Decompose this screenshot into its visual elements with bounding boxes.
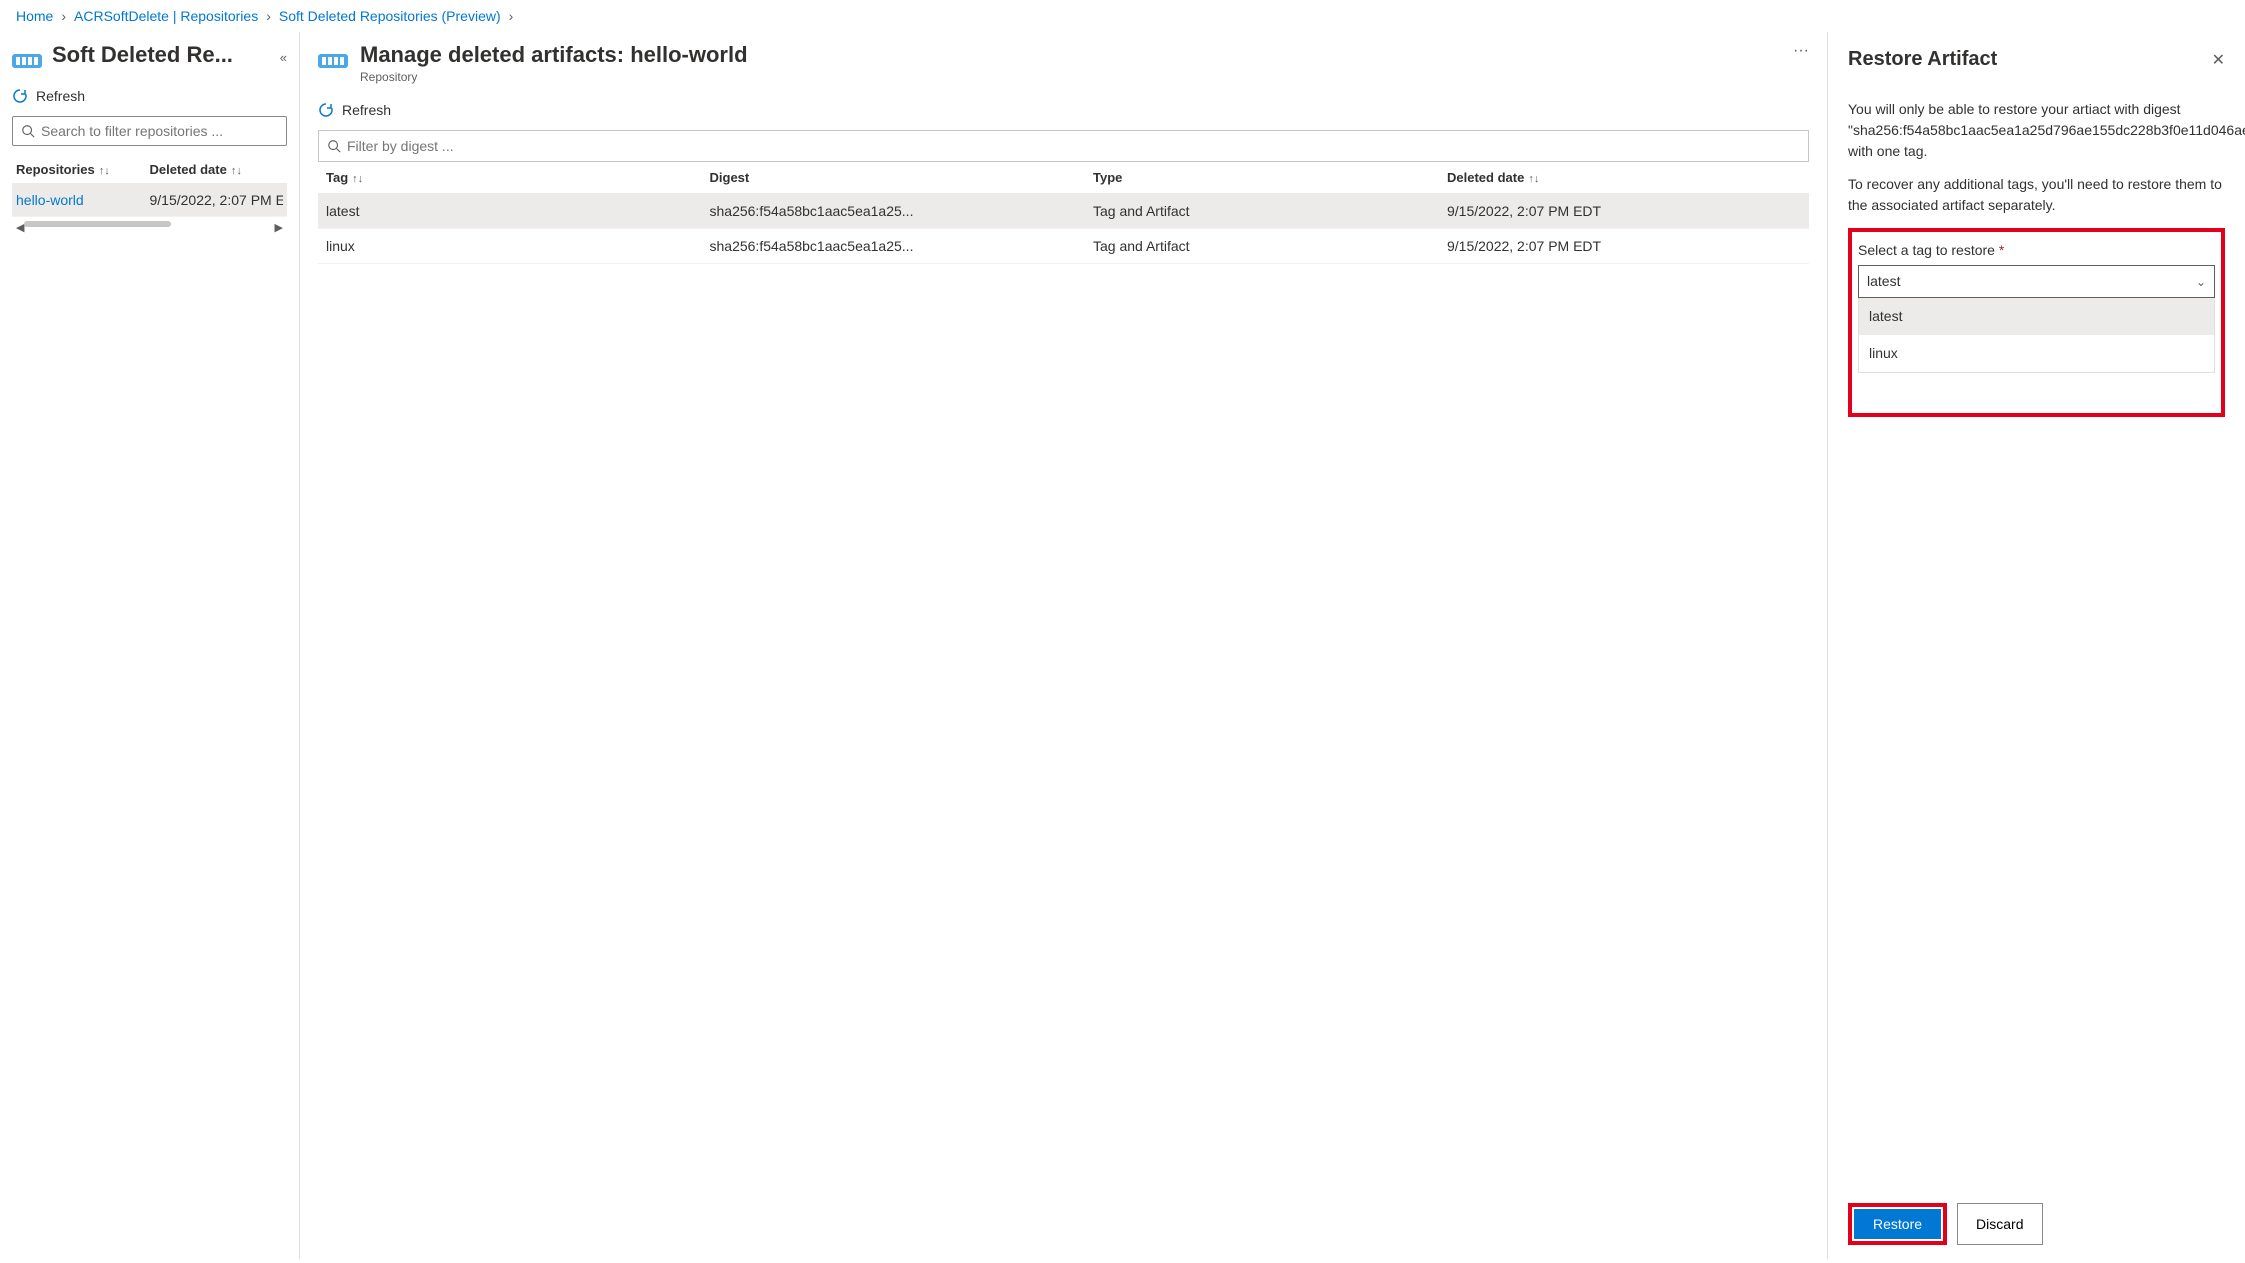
dropdown-option[interactable]: linux: [1859, 335, 2214, 372]
repo-row[interactable]: hello-world 9/15/2022, 2:07 PM E: [12, 184, 287, 217]
table-row[interactable]: latest sha256:f54a58bc1aac5ea1a25... Tag…: [318, 194, 1809, 229]
table-row[interactable]: linux sha256:f54a58bc1aac5ea1a25... Tag …: [318, 229, 1809, 264]
chevron-down-icon: ⌄: [2196, 273, 2206, 291]
col-type[interactable]: Type: [1093, 170, 1447, 185]
scroll-left-icon[interactable]: ◀: [16, 221, 24, 234]
refresh-label: Refresh: [342, 102, 391, 118]
restore-button-highlight: Restore: [1848, 1203, 1947, 1245]
search-icon: [327, 139, 341, 153]
page-title: Manage deleted artifacts: hello-world: [360, 42, 1781, 68]
col-repositories[interactable]: Repositories↑↓: [16, 162, 150, 177]
sort-icon: ↑↓: [99, 165, 110, 177]
repo-link[interactable]: hello-world: [16, 192, 84, 208]
close-icon[interactable]: ✕: [2212, 50, 2225, 70]
panel-title: Restore Artifact: [1848, 48, 1997, 71]
filter-input-field[interactable]: [341, 136, 1800, 156]
cell-digest: sha256:f54a58bc1aac5ea1a25...: [710, 203, 1094, 219]
horizontal-scrollbar[interactable]: ◀ ▶: [12, 217, 287, 238]
breadcrumb-softdel[interactable]: Soft Deleted Repositories (Preview): [279, 8, 501, 24]
dropdown-option[interactable]: latest: [1859, 298, 2214, 335]
cell-date: 9/15/2022, 2:07 PM EDT: [1447, 203, 1801, 219]
col-tag[interactable]: Tag↑↓: [326, 170, 710, 185]
acr-icon: [12, 48, 42, 70]
tag-selection-highlight: Select a tag to restore * latest ⌄ lates…: [1848, 228, 2225, 417]
search-input-field[interactable]: [35, 121, 278, 141]
chevron-right-icon: ›: [509, 8, 514, 24]
scroll-right-icon[interactable]: ▶: [275, 221, 283, 234]
search-icon: [21, 124, 35, 138]
refresh-icon: [318, 102, 334, 118]
cell-type: Tag and Artifact: [1093, 238, 1447, 254]
restore-button[interactable]: Restore: [1854, 1209, 1941, 1239]
acr-icon: [318, 48, 348, 70]
tag-dropdown[interactable]: latest ⌄: [1858, 265, 2215, 298]
refresh-label: Refresh: [36, 88, 85, 104]
required-indicator: *: [1999, 242, 2004, 258]
more-actions-button[interactable]: ···: [1793, 42, 1809, 60]
breadcrumb-home[interactable]: Home: [16, 8, 53, 24]
sort-icon: ↑↓: [352, 173, 363, 185]
breadcrumb: Home › ACRSoftDelete | Repositories › So…: [0, 0, 2245, 32]
cell-type: Tag and Artifact: [1093, 203, 1447, 219]
sidebar-title: Soft Deleted Re...: [52, 42, 270, 68]
chevron-right-icon: ›: [266, 8, 271, 24]
panel-description-2: To recover any additional tags, you'll n…: [1848, 174, 2225, 216]
repo-date: 9/15/2022, 2:07 PM E: [150, 192, 284, 208]
refresh-button[interactable]: Refresh: [12, 88, 287, 104]
search-repos-input[interactable]: [12, 116, 287, 146]
sort-icon: ↑↓: [231, 165, 242, 177]
col-digest[interactable]: Digest: [710, 170, 1094, 185]
cell-date: 9/15/2022, 2:07 PM EDT: [1447, 238, 1801, 254]
sort-icon: ↑↓: [1528, 173, 1539, 185]
filter-digest-input[interactable]: [318, 130, 1809, 162]
refresh-icon: [12, 88, 28, 104]
restore-artifact-panel: Restore Artifact ✕ You will only be able…: [1827, 32, 2245, 1259]
col-deleted-date[interactable]: Deleted date↑↓: [150, 162, 284, 177]
sidebar: Soft Deleted Re... « Refresh Repositorie…: [0, 32, 300, 1259]
cell-digest: sha256:f54a58bc1aac5ea1a25...: [710, 238, 1094, 254]
chevron-right-icon: ›: [61, 8, 66, 24]
dropdown-selected-value: latest: [1867, 271, 1900, 292]
refresh-button[interactable]: Refresh: [318, 102, 1809, 118]
page-subtitle: Repository: [360, 70, 1781, 84]
collapse-sidebar-button[interactable]: «: [280, 50, 287, 65]
cell-tag: latest: [326, 203, 710, 219]
field-label: Select a tag to restore *: [1858, 240, 2215, 261]
dropdown-list: latest linux: [1858, 298, 2215, 373]
cell-tag: linux: [326, 238, 710, 254]
main-content: Manage deleted artifacts: hello-world Re…: [300, 32, 1827, 1259]
discard-button[interactable]: Discard: [1957, 1203, 2042, 1245]
breadcrumb-acr[interactable]: ACRSoftDelete | Repositories: [74, 8, 258, 24]
panel-description-1: You will only be able to restore your ar…: [1848, 99, 2225, 162]
col-deleted-date[interactable]: Deleted date↑↓: [1447, 170, 1801, 185]
